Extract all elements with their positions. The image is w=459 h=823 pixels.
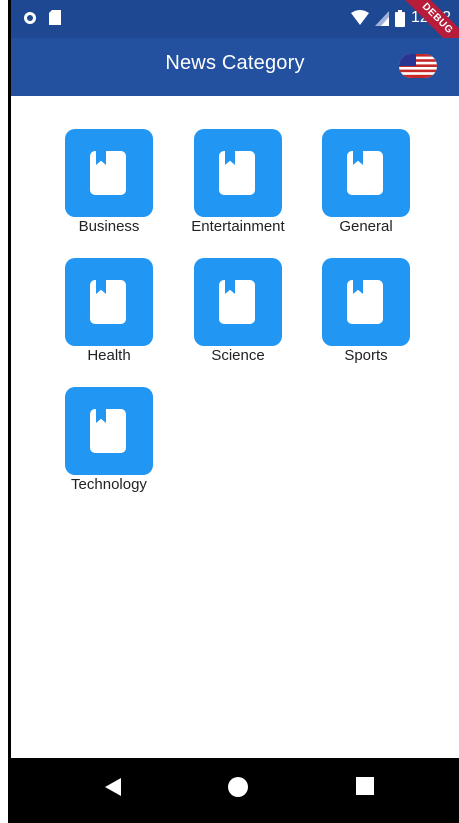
category-label: Sports bbox=[344, 347, 388, 364]
category-tile-box bbox=[65, 129, 153, 217]
device-frame-edge bbox=[0, 0, 11, 823]
us-flag-graphic bbox=[399, 54, 437, 78]
category-label: Technology bbox=[71, 476, 147, 493]
category-label: General bbox=[339, 218, 393, 235]
status-bar: 12:52 DEBUG bbox=[11, 0, 459, 61]
category-tile-general[interactable]: General bbox=[296, 129, 436, 235]
category-label: Health bbox=[87, 347, 131, 364]
status-left-icons bbox=[23, 10, 61, 25]
category-grid: Business Entertainment General Health Sc… bbox=[11, 96, 459, 758]
battery-icon bbox=[394, 9, 405, 27]
category-tile-box bbox=[65, 387, 153, 475]
sd-card-icon bbox=[49, 10, 61, 25]
recents-square-icon[interactable] bbox=[355, 776, 375, 796]
back-triangle-icon[interactable] bbox=[103, 776, 123, 798]
category-tile-science[interactable]: Science bbox=[168, 258, 308, 364]
category-tile-box bbox=[322, 129, 410, 217]
bookmark-book-icon bbox=[347, 280, 383, 324]
bookmark-book-icon bbox=[90, 409, 126, 453]
wifi-icon bbox=[350, 10, 369, 25]
phone-screen: 12:52 DEBUG News Category Business bbox=[11, 0, 459, 823]
app-bar: News Category bbox=[11, 38, 459, 96]
bookmark-book-icon bbox=[90, 151, 126, 195]
bookmark-book-icon bbox=[219, 280, 255, 324]
home-circle-icon[interactable] bbox=[227, 776, 249, 798]
category-tile-entertainment[interactable]: Entertainment bbox=[168, 129, 308, 235]
category-label: Business bbox=[78, 218, 140, 235]
category-label: Science bbox=[211, 347, 265, 364]
category-tile-health[interactable]: Health bbox=[39, 258, 179, 364]
category-tile-sports[interactable]: Sports bbox=[296, 258, 436, 364]
bookmark-book-icon bbox=[219, 151, 255, 195]
notification-circle-icon bbox=[24, 11, 36, 24]
bookmark-book-icon bbox=[347, 151, 383, 195]
system-nav-bar bbox=[11, 758, 459, 823]
category-label: Entertainment bbox=[191, 218, 285, 235]
category-tile-business[interactable]: Business bbox=[39, 129, 179, 235]
cell-signal-icon bbox=[374, 10, 389, 26]
category-tile-box bbox=[194, 129, 282, 217]
category-tile-box bbox=[322, 258, 410, 346]
us-flag-icon[interactable] bbox=[399, 54, 437, 78]
page-title: News Category bbox=[165, 52, 305, 74]
category-tile-box bbox=[65, 258, 153, 346]
category-tile-technology[interactable]: Technology bbox=[39, 387, 179, 493]
bookmark-book-icon bbox=[90, 280, 126, 324]
category-tile-box bbox=[194, 258, 282, 346]
